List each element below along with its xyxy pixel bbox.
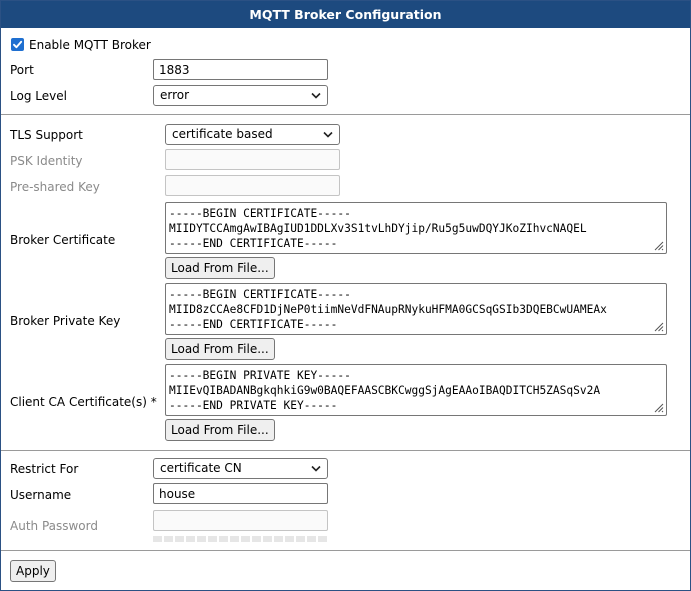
- username-input[interactable]: [153, 483, 328, 504]
- restrict-for-select[interactable]: certificate CN: [153, 458, 328, 479]
- textarea-line: MIIDYTCCAmgAwIBAgIUD1DDLXv3S1tvLhDYjip/R…: [169, 222, 587, 235]
- broker-private-key-textarea[interactable]: -----BEGIN CERTIFICATE----- MIID8zCCAe8CF…: [165, 283, 667, 335]
- log-level-label: Log Level: [10, 89, 67, 103]
- restrict-for-value: certificate CN: [160, 461, 242, 475]
- client-ca-load-button[interactable]: Load From File...: [165, 419, 275, 441]
- chevron-down-icon: [323, 131, 333, 138]
- textarea-line: MIID8zCCAe8CFD1DjNeP0tiimNeVdFNAupRNykuH…: [169, 303, 607, 316]
- textarea-line: -----BEGIN CERTIFICATE-----: [169, 288, 351, 301]
- client-ca-textarea[interactable]: -----BEGIN PRIVATE KEY----- MIIEvQIBADANB…: [165, 364, 667, 416]
- chevron-down-icon: [311, 92, 321, 99]
- broker-cert-load-button[interactable]: Load From File...: [165, 257, 275, 279]
- enable-mqtt-label: Enable MQTT Broker: [29, 38, 151, 52]
- textarea-line: MIIEvQIBADANBgkqhkiG9w0BAQEFAASCBKCwggSj…: [169, 384, 601, 397]
- broker-certificate-label: Broker Certificate: [10, 233, 116, 247]
- auth-password-label: Auth Password: [10, 519, 98, 533]
- resize-grip-icon[interactable]: [652, 401, 664, 413]
- psk-identity-input[interactable]: [165, 149, 340, 170]
- resize-grip-icon[interactable]: [652, 239, 664, 251]
- textarea-line: -----BEGIN CERTIFICATE-----: [169, 207, 351, 220]
- mqtt-config-panel: MQTT Broker Configuration Enable MQTT Br…: [0, 0, 691, 591]
- password-strength-bar: [153, 536, 328, 542]
- textarea-line: -----BEGIN PRIVATE KEY-----: [169, 369, 351, 382]
- broker-certificate-textarea[interactable]: -----BEGIN CERTIFICATE----- MIIDYTCCAmgAw…: [165, 202, 667, 254]
- tls-support-select[interactable]: certificate based: [165, 124, 340, 145]
- section-divider: [1, 450, 690, 451]
- apply-button[interactable]: Apply: [10, 560, 56, 582]
- port-input[interactable]: [153, 59, 328, 80]
- auth-password-input[interactable]: [153, 510, 328, 531]
- textarea-line: -----END CERTIFICATE-----: [169, 237, 338, 250]
- username-label: Username: [10, 488, 72, 502]
- psk-key-input[interactable]: [165, 175, 340, 196]
- broker-private-key-label: Broker Private Key: [10, 314, 121, 328]
- log-level-value: error: [160, 88, 190, 102]
- enable-mqtt-checkbox[interactable]: [11, 38, 24, 51]
- section-divider: [1, 114, 690, 115]
- restrict-for-label: Restrict For: [10, 462, 79, 476]
- broker-key-load-button[interactable]: Load From File...: [165, 338, 275, 360]
- psk-identity-label: PSK Identity: [10, 154, 83, 168]
- client-ca-label: Client CA Certificate(s) *: [10, 395, 157, 409]
- resize-grip-icon[interactable]: [652, 320, 664, 332]
- section-divider: [1, 550, 690, 551]
- textarea-line: -----END PRIVATE KEY-----: [169, 399, 338, 412]
- textarea-line: -----END CERTIFICATE-----: [169, 318, 338, 331]
- log-level-select[interactable]: error: [153, 85, 328, 106]
- tls-support-label: TLS Support: [10, 128, 83, 142]
- panel-title: MQTT Broker Configuration: [1, 1, 690, 28]
- port-label: Port: [10, 63, 34, 77]
- check-icon: [13, 40, 23, 49]
- psk-key-label: Pre-shared Key: [10, 180, 100, 194]
- chevron-down-icon: [311, 465, 321, 472]
- tls-support-value: certificate based: [172, 127, 273, 141]
